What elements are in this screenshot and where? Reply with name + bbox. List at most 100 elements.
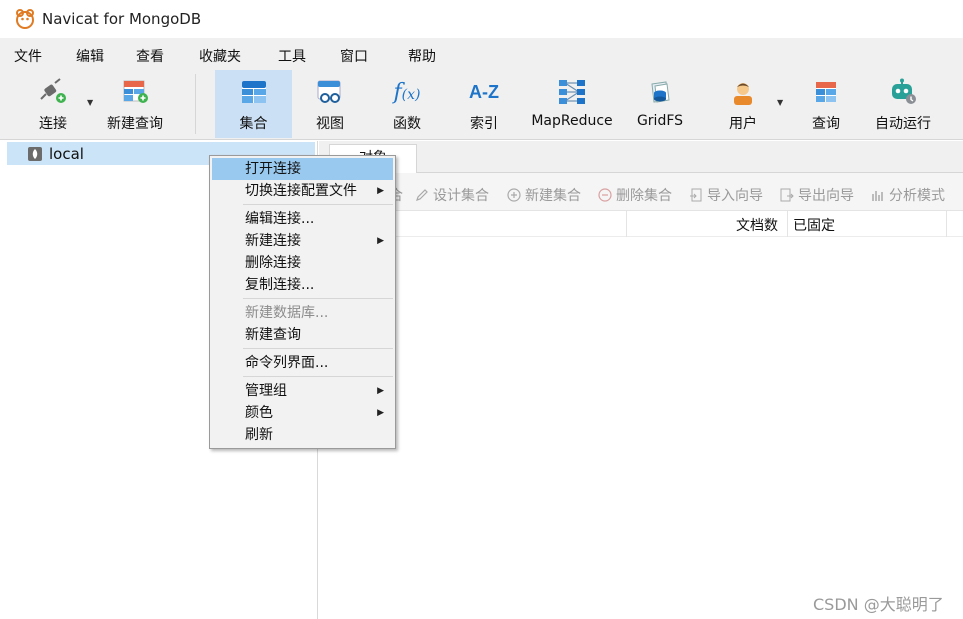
query-label: 查询 [812,116,840,132]
submenu-arrow-icon: ▶ [377,408,384,418]
collection-list-header: 文档数 已固定 [319,211,963,237]
menu-item-label: 新建查询 [245,327,301,343]
function-label: 函数 [393,116,421,132]
analyze-schema-label: 分析模式 [889,188,945,204]
menu-edit[interactable]: 编辑 [76,46,104,66]
menu-item-label: 复制连接... [245,277,315,293]
menu-view[interactable]: 查看 [136,46,164,66]
new-collection-button[interactable]: 新建集合 [507,185,581,205]
user-button[interactable]: 用户 [712,70,774,138]
submenu-arrow-icon: ▶ [377,386,384,396]
function-button[interactable]: f(x) 函数 [375,70,439,138]
menu-item-refresh[interactable]: 刷新 [212,424,393,446]
mapreduce-label: MapReduce [531,113,613,129]
menu-file[interactable]: 文件 [14,46,42,66]
export-wizard-label: 导出向导 [798,188,854,204]
query-button[interactable]: 查询 [796,70,856,138]
menu-separator [243,204,393,205]
import-wizard-button[interactable]: 导入向导 [689,185,763,205]
menu-item-delete-connection[interactable]: 删除连接 [212,252,393,274]
menu-window[interactable]: 窗口 [340,46,368,66]
menu-item-label: 删除连接 [245,255,301,271]
menu-help[interactable]: 帮助 [408,46,436,66]
new-collection-label: 新建集合 [525,188,581,204]
function-icon: f(x) [393,79,421,105]
collection-label: 集合 [239,116,268,132]
menu-separator [243,348,393,349]
connect-button[interactable]: 连接 [22,70,84,138]
connect-label: 连接 [39,116,67,132]
pencil-icon [415,188,429,202]
index-icon: A-Z [469,81,499,102]
menu-item-label: 管理组 [245,383,287,399]
column-divider [946,211,947,237]
menu-item-label: 新建连接 [245,233,301,249]
analyze-schema-button[interactable]: 分析模式 [871,185,945,205]
new-query-icon [119,77,151,107]
column-document-count[interactable]: 文档数 [736,215,778,235]
collection-icon [240,77,268,107]
main-toolbar: 连接 ▼ 新建查询 集合 视图 f(x) 函数 A-Z 索引 MapReduce… [0,70,963,140]
new-query-label: 新建查询 [107,116,163,132]
plus-circle-icon [507,188,521,202]
import-icon [689,188,703,202]
gridfs-button[interactable]: GridFS [628,70,692,138]
submenu-arrow-icon: ▶ [377,236,384,246]
menu-item-label: 刷新 [245,427,273,443]
menu-item-label: 颜色 [245,405,273,421]
menu-item-console[interactable]: 命令列界面... [212,352,393,374]
menu-item-open-connection[interactable]: 打开连接 [212,158,393,180]
menu-tools[interactable]: 工具 [278,46,306,66]
delete-collection-label: 删除集合 [616,188,672,204]
index-label: 索引 [470,116,498,132]
export-wizard-button[interactable]: 导出向导 [780,185,854,205]
menu-separator [243,298,393,299]
mapreduce-button[interactable]: MapReduce [526,70,618,138]
menu-item-new-database[interactable]: 新建数据库... [212,302,393,324]
collection-button[interactable]: 集合 [215,70,292,138]
design-collection-button[interactable]: 设计集合 [415,185,489,205]
tab-strip: 对象 [319,141,963,174]
menu-item-switch-profile[interactable]: 切换连接配置文件 ▶ [212,180,393,202]
new-query-button[interactable]: 新建查询 [100,70,170,138]
user-label: 用户 [729,116,757,132]
plug-connect-icon [37,77,69,107]
context-menu: 打开连接 切换连接配置文件 ▶ 编辑连接... 新建连接 ▶ 删除连接 复制连接… [209,155,396,449]
query-icon [812,77,840,107]
import-wizard-label: 导入向导 [707,188,763,204]
menu-item-new-query[interactable]: 新建查询 [212,324,393,346]
navicat-logo-icon [16,9,34,29]
menu-bar: 文件 编辑 查看 收藏夹 工具 窗口 帮助 [0,38,963,70]
connect-dropdown-arrow[interactable]: ▼ [87,98,93,107]
user-icon [729,77,757,107]
user-dropdown-arrow[interactable]: ▼ [777,98,783,107]
object-action-bar: 合 设计集合 新建集合 删除集合 导入向导 导出向导 分析模式 [319,173,963,211]
submenu-arrow-icon: ▶ [377,186,384,196]
auto-run-button[interactable]: 自动运行 [868,70,938,138]
export-icon [780,188,794,202]
view-label: 视图 [316,116,344,132]
menu-item-label: 新建数据库... [245,305,329,321]
menu-item-edit-connection[interactable]: 编辑连接... [212,208,393,230]
menu-item-label: 命令列界面... [245,355,329,371]
menu-item-label: 切换连接配置文件 [245,183,357,199]
menu-item-color[interactable]: 颜色 ▶ [212,402,393,424]
view-icon [315,77,345,107]
menu-item-duplicate-connection[interactable]: 复制连接... [212,274,393,296]
gridfs-icon [646,77,674,107]
gridfs-label: GridFS [636,113,684,129]
window-title: Navicat for MongoDB [42,10,202,28]
view-button[interactable]: 视图 [298,70,362,138]
menu-item-new-connection[interactable]: 新建连接 ▶ [212,230,393,252]
title-bar: Navicat for MongoDB [0,0,963,38]
design-collection-label: 设计集合 [433,188,489,204]
column-divider [626,211,627,237]
index-button[interactable]: A-Z 索引 [452,70,516,138]
column-pinned[interactable]: 已固定 [793,215,835,235]
menu-favorites[interactable]: 收藏夹 [199,46,241,66]
delete-collection-button[interactable]: 删除集合 [598,185,672,205]
minus-circle-icon [598,188,612,202]
auto-run-label: 自动运行 [875,116,931,132]
bar-chart-icon [871,188,885,202]
menu-item-manage-group[interactable]: 管理组 ▶ [212,380,393,402]
